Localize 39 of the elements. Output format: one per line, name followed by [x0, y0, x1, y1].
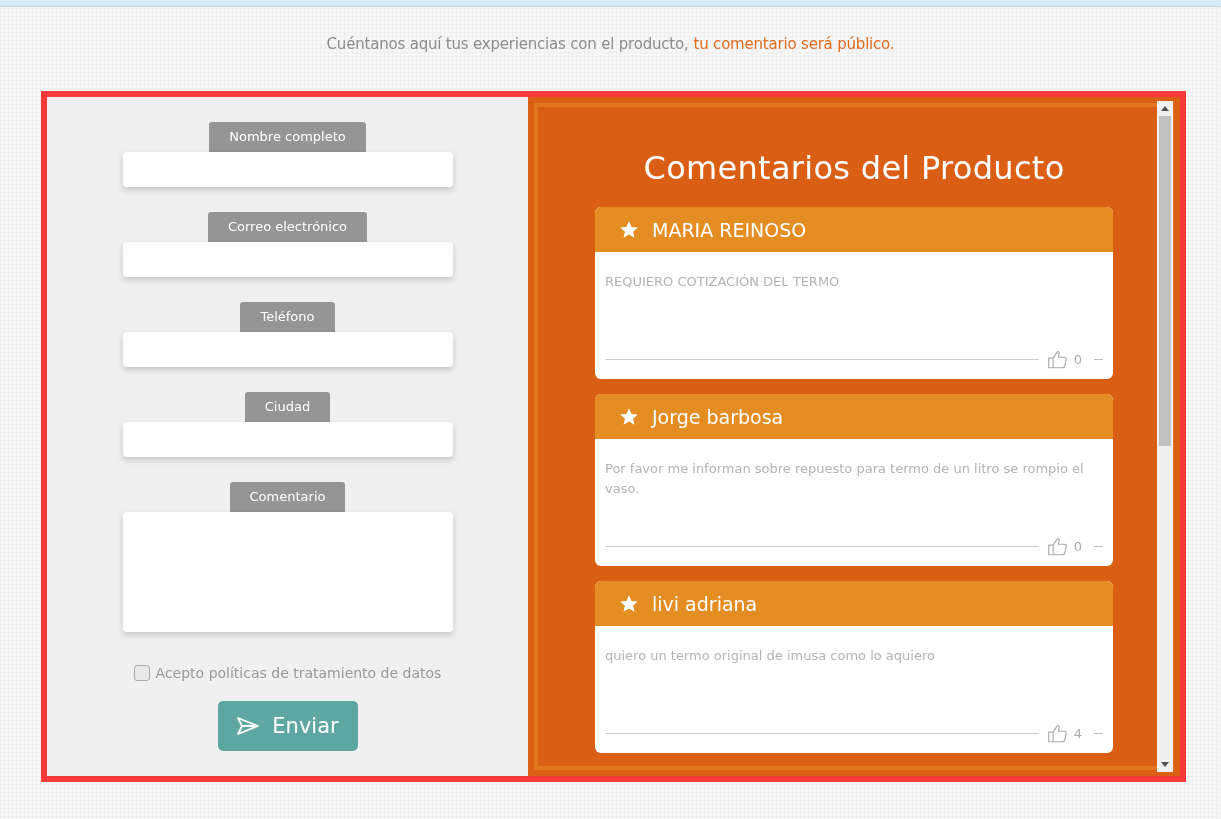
field-label: Comentario [229, 482, 346, 512]
star-icon [619, 593, 639, 614]
field-label: Teléfono [240, 302, 335, 332]
comment-author: livi adriana [652, 592, 758, 615]
input-field[interactable] [122, 422, 453, 457]
like-count: 0 [1073, 351, 1082, 367]
intro-text: Cuéntanos aquí tus experiencias con el producto, [326, 35, 689, 53]
comment-text: quiero un termo original de imusa como lo aquiero [605, 647, 936, 665]
scroll-down-icon[interactable] [1161, 762, 1169, 767]
input-field[interactable] [122, 242, 453, 277]
like-count: 0 [1073, 538, 1082, 554]
panel-title: Comentarios del Producto [643, 149, 1065, 187]
like-button[interactable]: 0 [1046, 536, 1082, 556]
comment-author: Jorge barbosa [652, 405, 784, 428]
thumbs-up-icon [1046, 349, 1068, 369]
input-field[interactable] [122, 332, 453, 367]
comment-author: MARIA REINOSO [652, 218, 807, 241]
star-icon [619, 219, 639, 240]
consent-label: Acepto políticas de tratamiento de datos [155, 665, 442, 681]
scroll-up-icon[interactable] [1161, 106, 1169, 111]
send-icon [236, 716, 261, 736]
public-notice-text: tu comentario será público. [693, 35, 895, 53]
checkbox[interactable] [133, 665, 150, 681]
comment-text: REQUIERO COTIZACIÓN DEL TERMO [605, 273, 841, 291]
scrollbar-thumb[interactable] [1159, 116, 1171, 446]
send-button[interactable]: Enviar [217, 701, 358, 751]
scrollbar[interactable] [1157, 101, 1173, 772]
like-button[interactable]: 4 [1046, 723, 1082, 743]
comment-field[interactable] [122, 512, 453, 632]
field-label: Correo electrónico [207, 212, 368, 242]
star-icon [619, 406, 639, 427]
comment-text: Por favor me informan sobre repuesto para termo de un litro se rompio el vaso. [605, 460, 1085, 498]
like-count: 4 [1073, 725, 1082, 741]
field-label: Nombre completo [209, 122, 366, 152]
thumbs-up-icon [1046, 536, 1068, 556]
like-button[interactable]: 0 [1046, 349, 1082, 369]
input-field[interactable] [122, 152, 453, 187]
thumbs-up-icon [1046, 723, 1068, 743]
field-label: Ciudad [244, 392, 331, 422]
